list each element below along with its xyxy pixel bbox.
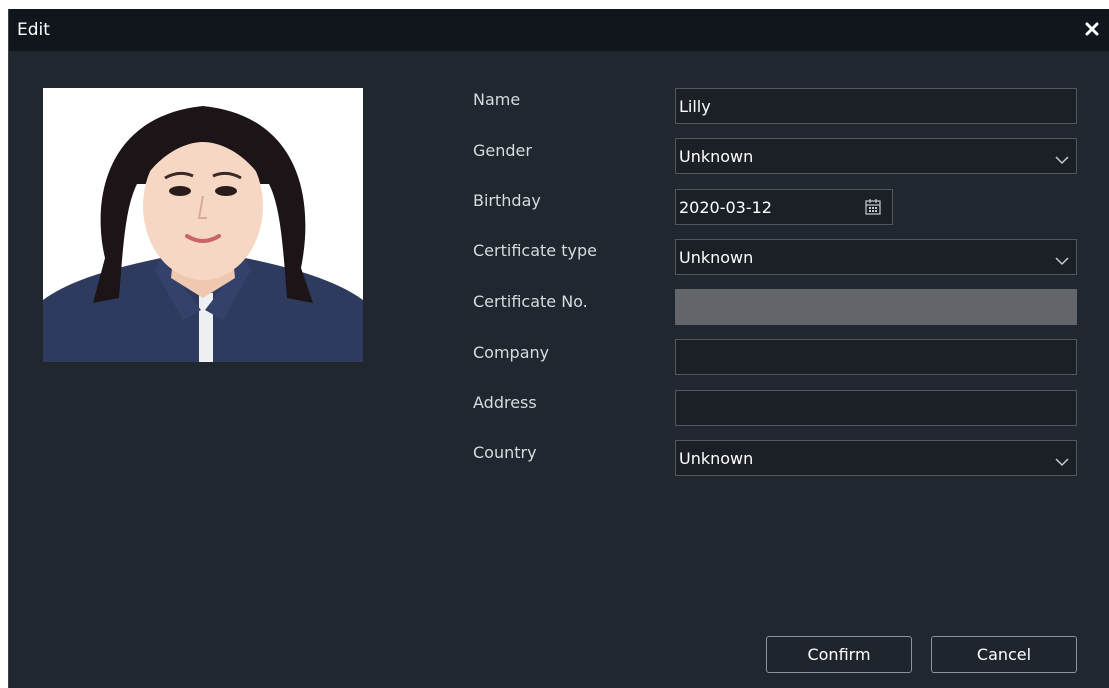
chevron-down-icon bbox=[1055, 252, 1069, 266]
dialog-title: Edit bbox=[17, 20, 50, 40]
edit-dialog: Edit Name Lilly Gender Unknown Birthday … bbox=[8, 9, 1109, 688]
country-value: Unknown bbox=[679, 449, 754, 468]
calendar-icon[interactable] bbox=[864, 198, 882, 216]
certificate-type-label: Certificate type bbox=[473, 241, 597, 260]
address-input[interactable] bbox=[675, 390, 1077, 426]
dialog-title-bar: Edit bbox=[9, 9, 1109, 51]
address-label: Address bbox=[473, 393, 537, 412]
certificate-no-label: Certificate No. bbox=[473, 292, 588, 311]
gender-value: Unknown bbox=[679, 147, 754, 166]
country-select[interactable]: Unknown bbox=[675, 440, 1077, 476]
gender-label: Gender bbox=[473, 141, 532, 160]
company-input[interactable] bbox=[675, 339, 1077, 375]
confirm-button[interactable]: Confirm bbox=[766, 636, 912, 673]
chevron-down-icon bbox=[1055, 453, 1069, 467]
person-photo bbox=[43, 88, 363, 362]
certificate-type-select[interactable]: Unknown bbox=[675, 239, 1077, 275]
birthday-label: Birthday bbox=[473, 191, 541, 210]
close-icon[interactable] bbox=[1081, 18, 1103, 40]
birthday-value: 2020-03-12 bbox=[679, 198, 772, 217]
country-label: Country bbox=[473, 443, 537, 462]
certificate-type-value: Unknown bbox=[679, 248, 754, 267]
cancel-button[interactable]: Cancel bbox=[931, 636, 1077, 673]
name-input[interactable]: Lilly bbox=[675, 88, 1077, 124]
birthday-date-input[interactable]: 2020-03-12 bbox=[675, 189, 893, 225]
certificate-no-input bbox=[675, 289, 1077, 325]
chevron-down-icon bbox=[1055, 151, 1069, 165]
gender-select[interactable]: Unknown bbox=[675, 138, 1077, 174]
name-value: Lilly bbox=[679, 97, 711, 116]
name-label: Name bbox=[473, 90, 521, 109]
company-label: Company bbox=[473, 343, 550, 362]
